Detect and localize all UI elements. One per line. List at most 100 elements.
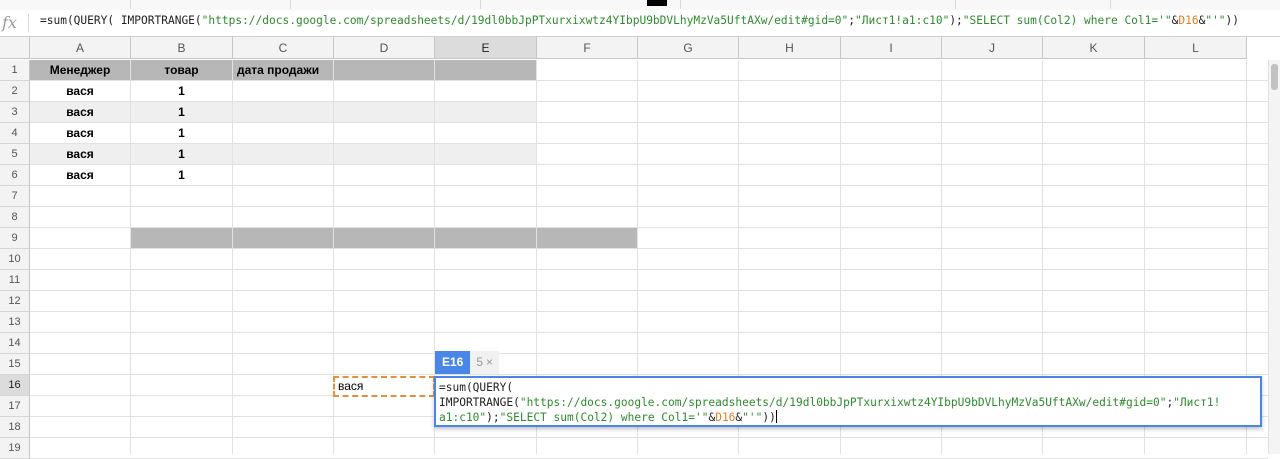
grid-hline [30,227,1268,228]
cell-d1[interactable] [334,60,435,81]
cell-b6[interactable]: 1 [131,165,233,186]
cell-b5[interactable]: 1 [131,144,233,165]
cell-c6[interactable] [233,165,334,186]
cell-c9[interactable] [233,228,334,249]
cell-a4[interactable]: вася [30,123,131,144]
formula-end: )) [1225,14,1240,27]
row-header-18[interactable]: 18 [0,417,30,438]
column-header-b[interactable]: B [131,37,233,59]
cell-e4[interactable] [435,123,537,144]
cell-d9[interactable] [334,228,435,249]
cell-e5[interactable] [435,144,537,165]
cell-e3[interactable] [435,102,537,123]
row-header-1[interactable]: 1 [0,60,30,81]
grid-hline [30,185,1268,186]
cell-e6[interactable] [435,165,537,186]
close-icon[interactable]: × [486,355,493,369]
row-header-19[interactable]: 19 [0,438,30,459]
formula-input[interactable]: =sum(QUERY( IMPORTRANGE("https://docs.go… [40,15,1270,27]
column-header-l[interactable]: L [1145,37,1247,59]
row-header-3[interactable]: 3 [0,102,30,123]
grid-hline [30,248,1268,249]
toolbar-separator [130,0,131,9]
row-header-2[interactable]: 2 [0,81,30,102]
cell-c4[interactable] [233,123,334,144]
column-header-i[interactable]: I [841,37,942,59]
formula-query: "SELECT sum(Col2) where Col1='" [962,14,1172,27]
cell-a1[interactable]: Менеджер [30,60,131,81]
cell-b9[interactable] [131,228,233,249]
cell-c3[interactable] [233,102,334,123]
formula-url: "https://docs.google.com/spreadsheets/d/… [201,14,849,27]
column-header-k[interactable]: K [1043,37,1145,59]
cell-a2[interactable]: вася [30,81,131,102]
formula-range: "Лист1!a1:c10" [855,14,950,27]
row-header-8[interactable]: 8 [0,207,30,228]
column-header-a[interactable]: A [30,37,131,59]
editor-query: "SELECT sum(Col2) where Col1='" [499,411,709,424]
grid-hline [30,374,1268,375]
toolbar-separator [1110,0,1111,9]
editor-range: a1:c10" [439,411,487,424]
cell-b3[interactable]: 1 [131,102,233,123]
cell-a5[interactable]: вася [30,144,131,165]
column-header-c[interactable]: C [233,37,334,59]
column-header-e[interactable]: E [435,37,537,59]
cell-c2[interactable] [233,81,334,102]
scrollbar-thumb[interactable] [1271,64,1278,90]
cell-d5[interactable] [334,144,435,165]
cell-b4[interactable]: 1 [131,123,233,144]
row-header-9[interactable]: 9 [0,228,30,249]
cell-e2[interactable] [435,81,537,102]
cell-d2[interactable] [334,81,435,102]
editor-sep: ); [486,411,500,424]
formula-result-preview[interactable]: 5 × [470,351,500,374]
row-header-12[interactable]: 12 [0,291,30,312]
cell-c5[interactable] [233,144,334,165]
fx-icon: fx [2,13,17,32]
vertical-scrollbar[interactable] [1268,60,1280,454]
row-header-15[interactable]: 15 [0,354,30,375]
row-header-7[interactable]: 7 [0,186,30,207]
column-header-f[interactable]: F [537,37,638,59]
formula-bar[interactable]: fx =sum(QUERY( IMPORTRANGE("https://docs… [0,10,1280,37]
cell-e9[interactable] [435,228,537,249]
cell-a6[interactable]: вася [30,165,131,186]
row-header-4[interactable]: 4 [0,123,30,144]
toolbar-separator [480,0,481,9]
cell-f9[interactable] [537,228,638,249]
column-header-h[interactable]: H [739,37,841,59]
cell-editor[interactable]: =sum(QUERY( IMPORTRANGE("https://docs.go… [434,376,1262,427]
row-header-6[interactable]: 6 [0,165,30,186]
row-header-11[interactable]: 11 [0,270,30,291]
text-caret [775,410,777,423]
column-header-j[interactable]: J [942,37,1043,59]
cell-b2[interactable]: 1 [131,81,233,102]
select-all-corner[interactable] [0,37,30,59]
cell-d16-value: вася [338,379,364,393]
row-header-14[interactable]: 14 [0,333,30,354]
divider [28,14,29,32]
cell-d16[interactable]: вася [333,376,435,397]
editor-fn: IMPORTRANGE( [439,396,520,409]
row-header-13[interactable]: 13 [0,312,30,333]
cell-d3[interactable] [334,102,435,123]
toolbar-separator [290,0,291,9]
editor-ref: D16 [715,411,736,424]
cell-d4[interactable] [334,123,435,144]
cell-b1[interactable]: товар [131,60,233,81]
column-header-g[interactable]: G [638,37,739,59]
grid-hline [30,437,1268,438]
row-header-10[interactable]: 10 [0,249,30,270]
row-header-16[interactable]: 16 [0,375,30,396]
editor-range: "Лист1! [1173,396,1221,409]
cell-c1[interactable]: дата продажи [233,60,334,81]
row-header-5[interactable]: 5 [0,144,30,165]
cell-a3[interactable]: вася [30,102,131,123]
grid-hline [30,164,1268,165]
text-color-swatch[interactable] [647,0,667,6]
row-header-17[interactable]: 17 [0,396,30,417]
column-header-d[interactable]: D [334,37,435,59]
cell-d6[interactable] [334,165,435,186]
cell-e1[interactable] [435,60,537,81]
